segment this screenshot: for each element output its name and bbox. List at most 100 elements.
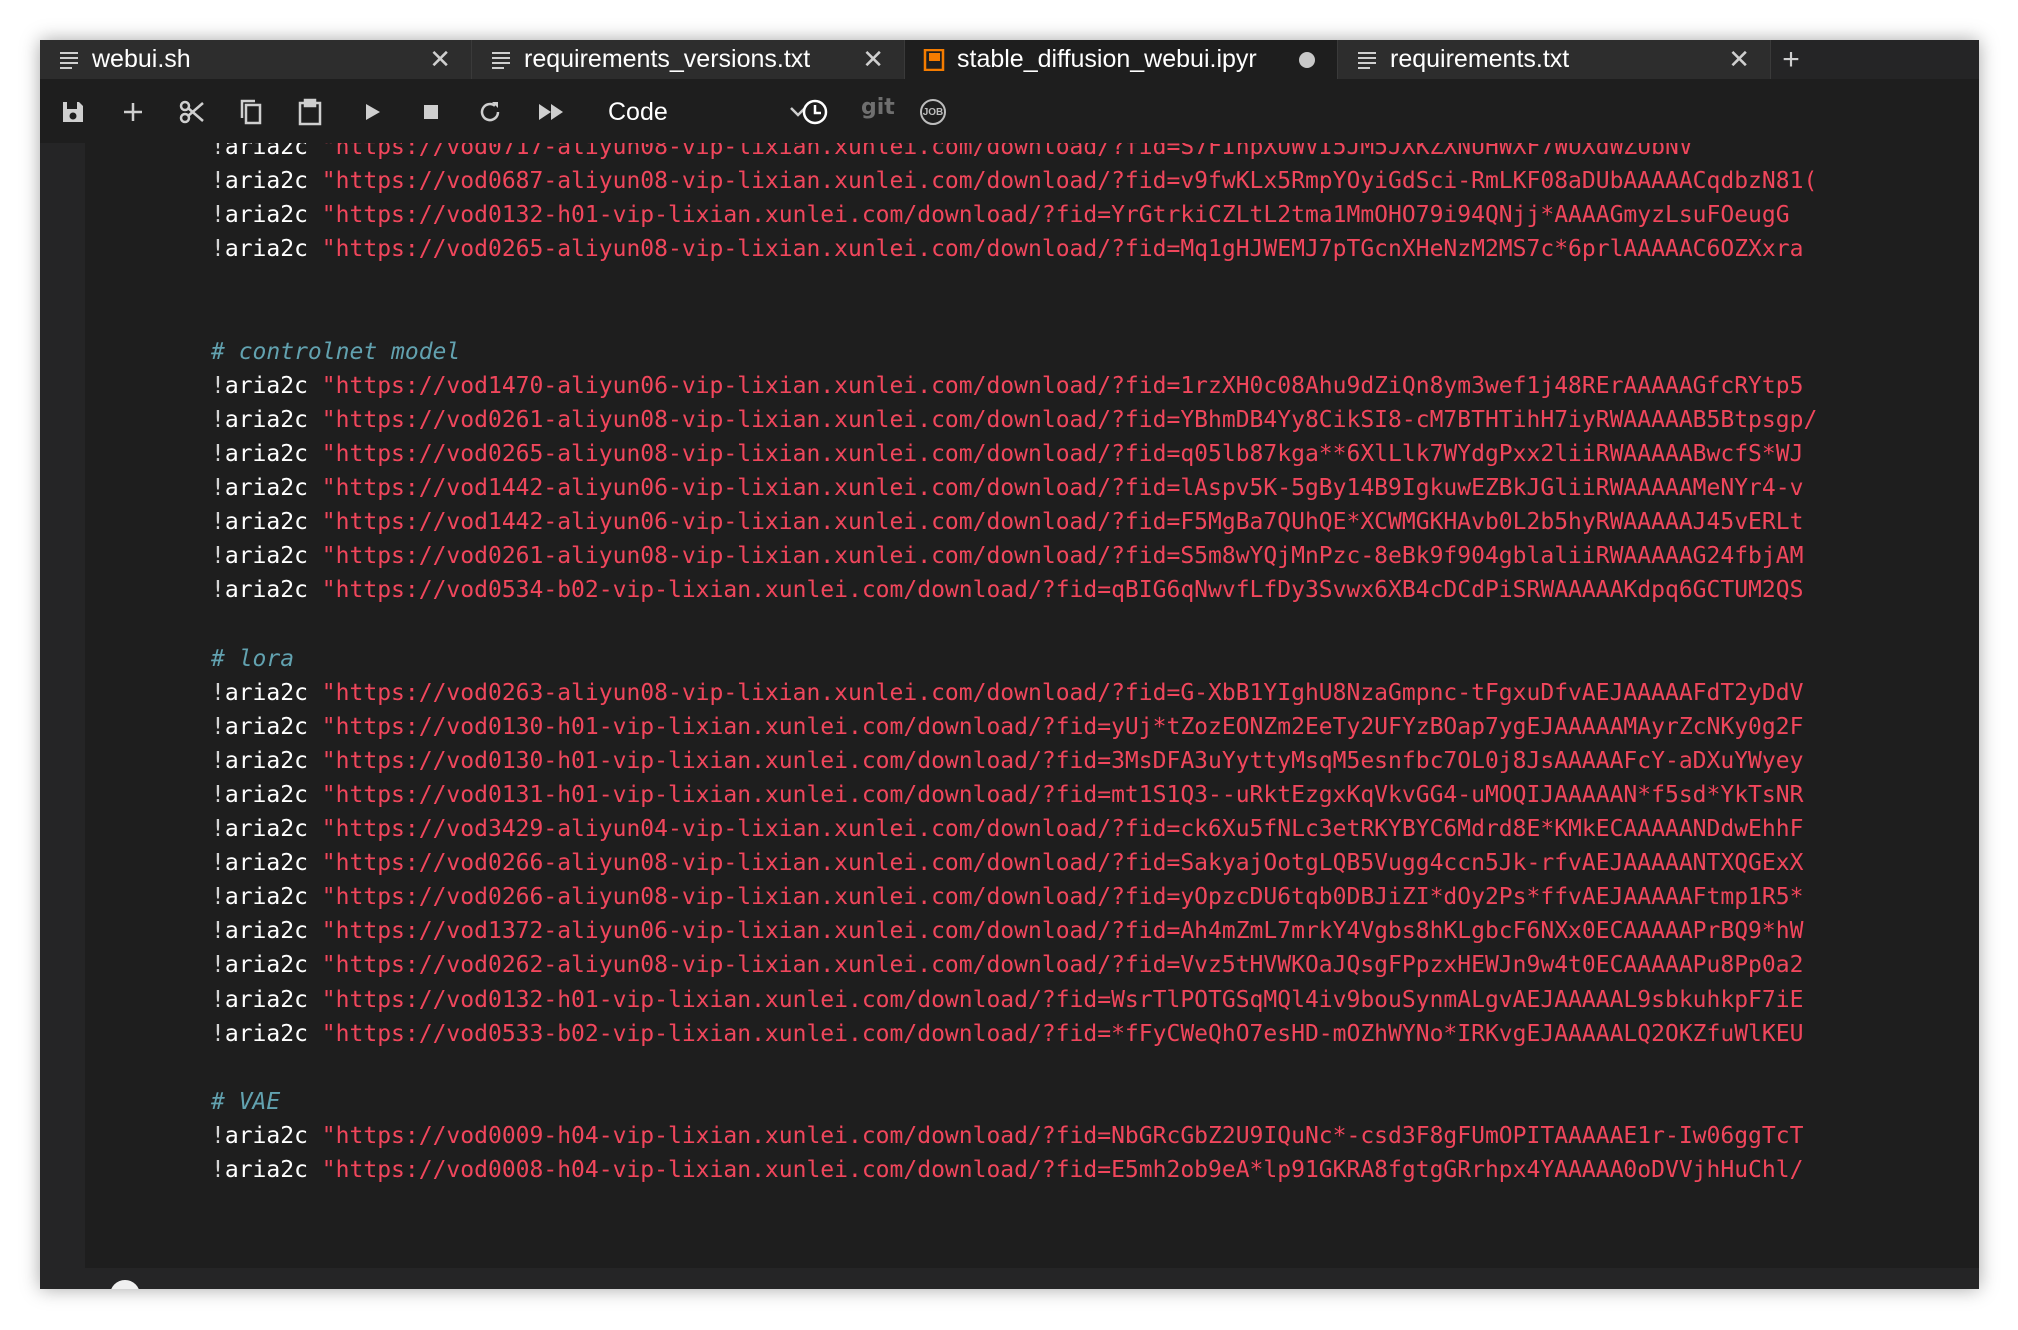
comment-text: # controlnet model — [211, 338, 461, 365]
code-line: !aria2c "https://vod0261-aliyun08-vip-li… — [211, 403, 1817, 437]
shell-bang: ! — [211, 143, 225, 160]
tab-label: requirements_versions.txt — [524, 45, 811, 73]
url-string: "https://vod0008-h04-vip-lixian.xunlei.c… — [307, 1157, 1804, 1183]
shell-bang: ! — [211, 952, 225, 979]
insert-cell-button[interactable] — [118, 97, 148, 127]
url-string: "https://vod0533-b02-vip-lixian.xunlei.c… — [307, 1020, 1804, 1047]
command-name: aria2c — [224, 168, 308, 195]
tab-requirements-versions[interactable]: requirements_versions.txt ✕ — [472, 40, 905, 79]
shell-bang: ! — [211, 850, 225, 877]
history-button[interactable] — [800, 97, 830, 127]
add-tab-button[interactable]: + — [1771, 40, 1811, 79]
code-line: !aria2c "https://vod1442-aliyun06-vip-li… — [211, 471, 1803, 505]
paste-button[interactable] — [295, 97, 325, 127]
command-name: aria2c — [224, 781, 308, 808]
command-name: aria2c — [224, 202, 308, 229]
unsaved-dot-icon[interactable] — [1299, 52, 1315, 68]
code-comment: # VAE — [211, 1085, 280, 1119]
shell-bang: ! — [211, 816, 225, 842]
plus-icon: + — [1782, 42, 1800, 76]
tab-label: stable_diffusion_webui.ipyr — [957, 45, 1257, 73]
play-icon — [366, 104, 380, 120]
shell-bang: ! — [211, 577, 225, 604]
shell-bang: ! — [211, 406, 225, 433]
run-button[interactable] — [357, 97, 387, 127]
git-button[interactable]: git — [861, 95, 895, 120]
tab-bar: webui.sh ✕ requirements_versions.txt ✕ s… — [40, 40, 1979, 79]
code-line: !aria2c "https://vod0132-h01-vip-lixian.… — [211, 198, 1790, 232]
url-string: "https://vod0266-aliyun08-vip-lixian.xun… — [307, 884, 1804, 911]
code-line: !aria2c "https://vod0687-aliyun08-vip-li… — [211, 164, 1817, 198]
save-button[interactable] — [58, 97, 88, 127]
command-name: aria2c — [224, 713, 308, 740]
code-line: !aria2c "https://vod0265-aliyun08-vip-li… — [211, 437, 1803, 471]
code-line: !aria2c "https://vod0717-aliyun08-vip-li… — [211, 143, 1693, 164]
close-icon[interactable]: ✕ — [429, 46, 451, 72]
shell-bang: ! — [211, 713, 225, 740]
code-line: !aria2c "https://vod0131-h01-vip-lixian.… — [211, 778, 1803, 812]
shell-bang: ! — [211, 1157, 225, 1183]
code-line: !aria2c "https://vod0261-aliyun08-vip-li… — [211, 539, 1803, 573]
url-string: "https://vod0687-aliyun08-vip-lixian.xun… — [307, 168, 1818, 195]
job-icon[interactable]: JOB — [920, 99, 946, 125]
fast-forward-icon — [539, 104, 563, 120]
url-string: "https://vod0131-h01-vip-lixian.xunlei.c… — [307, 781, 1804, 808]
close-icon[interactable]: ✕ — [862, 46, 884, 72]
command-name: aria2c — [224, 986, 308, 1013]
shell-bang: ! — [211, 440, 225, 467]
close-icon[interactable]: ✕ — [1728, 46, 1750, 72]
code-cell[interactable]: !aria2c "https://vod0717-aliyun08-vip-li… — [85, 143, 1979, 1289]
code-line: !aria2c "https://vod0008-h04-vip-lixian.… — [211, 1153, 1803, 1187]
code-line: !aria2c "https://vod0533-b02-vip-lixian.… — [211, 1017, 1803, 1051]
editor-window: webui.sh ✕ requirements_versions.txt ✕ s… — [40, 40, 1979, 1289]
stop-icon — [424, 105, 438, 119]
code-line: !aria2c "https://vod0265-aliyun08-vip-li… — [211, 232, 1803, 266]
url-string: "https://vod0262-aliyun08-vip-lixian.xun… — [307, 952, 1804, 979]
code-line: !aria2c "https://vod0130-h01-vip-lixian.… — [211, 710, 1803, 744]
code-line: !aria2c "https://vod0130-h01-vip-lixian.… — [211, 744, 1803, 778]
command-name: aria2c — [224, 143, 308, 160]
url-string: "https://vod0130-h01-vip-lixian.xunlei.c… — [307, 713, 1804, 740]
url-string: "https://vod0130-h01-vip-lixian.xunlei.c… — [307, 747, 1804, 774]
url-string: "https://vod0132-h01-vip-lixian.xunlei.c… — [307, 986, 1804, 1013]
shell-bang: ! — [211, 781, 225, 808]
url-string: "https://vod0534-b02-vip-lixian.xunlei.c… — [307, 577, 1804, 604]
shell-bang: ! — [211, 236, 225, 263]
tab-requirements[interactable]: requirements.txt ✕ — [1338, 40, 1771, 79]
url-string: "https://vod1470-aliyun06-vip-lixian.xun… — [307, 372, 1804, 399]
shell-bang: ! — [211, 1122, 225, 1149]
url-string: "https://vod1372-aliyun06-vip-lixian.xun… — [307, 918, 1804, 945]
refresh-icon — [480, 102, 500, 122]
command-name: aria2c — [224, 1122, 308, 1149]
shell-bang: ! — [211, 1020, 225, 1047]
save-icon — [63, 102, 83, 122]
shell-bang: ! — [211, 747, 225, 774]
url-string: "https://vod0132-h01-vip-lixian.xunlei.c… — [307, 202, 1790, 229]
tab-label: requirements.txt — [1390, 45, 1570, 73]
code-comment: # controlnet model — [211, 335, 460, 369]
code-line: !aria2c "https://vod0132-h01-vip-lixian.… — [211, 983, 1803, 1017]
command-name: aria2c — [224, 952, 308, 979]
tab-stable-diffusion-notebook[interactable]: stable_diffusion_webui.ipyr — [905, 40, 1338, 79]
shell-bang: ! — [211, 168, 225, 195]
tab-webui-sh[interactable]: webui.sh ✕ — [40, 40, 472, 79]
stop-button[interactable] — [416, 97, 446, 127]
comment-text: # VAE — [211, 1088, 281, 1115]
plus-icon — [124, 103, 142, 121]
command-name: aria2c — [224, 543, 308, 570]
command-name: aria2c — [224, 236, 308, 263]
command-name: aria2c — [224, 475, 308, 501]
clipboard-icon — [298, 98, 322, 126]
run-all-button[interactable] — [536, 97, 566, 127]
restart-button[interactable] — [475, 97, 505, 127]
command-name: aria2c — [224, 509, 308, 536]
cell-type-select[interactable]: Code — [608, 97, 808, 127]
url-string: "https://vod0266-aliyun08-vip-lixian.xun… — [307, 850, 1804, 877]
shell-bang: ! — [211, 475, 225, 501]
copy-button[interactable] — [236, 97, 266, 127]
cut-button[interactable] — [177, 97, 207, 127]
code-line: !aria2c "https://vod0534-b02-vip-lixian.… — [211, 573, 1803, 607]
scissors-icon — [179, 100, 204, 124]
url-string: "https://vod0717-aliyun08-vip-lixian.xun… — [307, 143, 1693, 160]
shell-bang: ! — [211, 372, 225, 399]
